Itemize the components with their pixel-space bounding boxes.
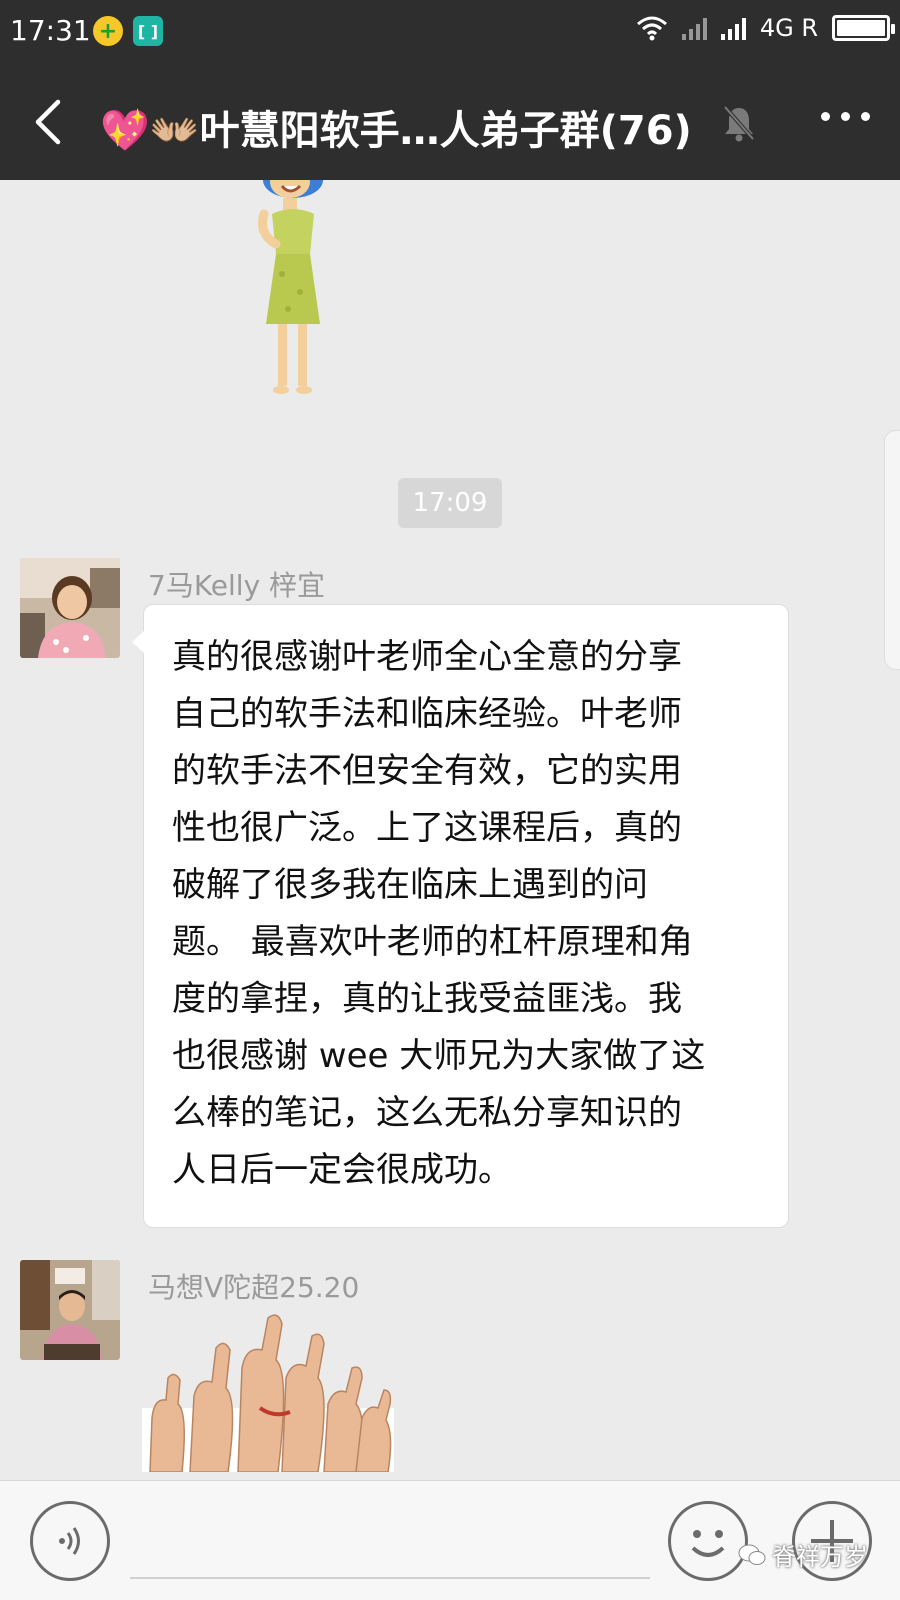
watermark-text: 脊祥万岁 (772, 1543, 868, 1571)
watermark: 脊祥万岁 (738, 1537, 868, 1572)
message-line: 也很感谢 wee 大师兄为大家做了这 (172, 1036, 706, 1076)
battery-level (837, 20, 885, 36)
avatar-kelly[interactable] (20, 558, 120, 658)
message-line: 破解了很多我在临床上遇到的问 (172, 865, 648, 905)
signal-icon-1 (681, 16, 707, 40)
message-line: 真的很感谢叶老师全心全意的分享 (172, 637, 682, 677)
side-scroll-handle[interactable] (884, 430, 900, 670)
message-line: 度的拿捏，真的让我受益匪浅。我 (172, 979, 682, 1019)
status-time: 17:31 (10, 14, 91, 47)
avatar-second-image (20, 1260, 120, 1360)
avatar-kelly-image (20, 558, 120, 658)
voice-icon[interactable] (30, 1501, 110, 1581)
scan-badge-icon: [ ] (133, 16, 163, 46)
message-line: 人日后一定会很成功。 (172, 1150, 512, 1190)
message-bubble[interactable]: 真的很感谢叶老师全心全意的分享 自己的软手法和临床经验。叶老师 的软手法不但安全… (132, 604, 789, 1228)
chat-area[interactable]: 17:09 7马Kelly 梓宜 真的很感谢叶老师全心全意的分享 自己的软手法和… (0, 180, 900, 1480)
status-indicators: 4G R (636, 14, 895, 42)
chat-header: 💖👐🏼叶慧阳软手…人弟子群(76) (0, 64, 900, 180)
message-line: 的软手法不但安全有效，它的实用 (172, 751, 682, 791)
thumbs-up-sticker[interactable] (142, 1308, 394, 1472)
add-badge-icon: + (93, 16, 123, 46)
avatar-second-sender[interactable] (20, 1260, 120, 1360)
status-bar: 17:31 + [ ] 4G R (0, 0, 900, 64)
message-input[interactable] (130, 1577, 650, 1579)
signal-icon-2 (720, 16, 746, 40)
sender-name: 7马Kelly 梓宜 (148, 569, 326, 602)
wechat-logo-icon (738, 1544, 766, 1565)
chevron-left-icon[interactable] (30, 98, 70, 146)
message-line: 题。 最喜欢叶老师的杠杆原理和角 (172, 922, 693, 962)
timestamp-chip: 17:09 (398, 478, 502, 528)
message-line: 性也很广泛。上了这课程后，真的 (172, 808, 682, 848)
emoji-icon[interactable] (668, 1501, 748, 1581)
battery-icon (832, 15, 895, 41)
input-bar: 脊祥万岁 (0, 1480, 900, 1600)
chat-title[interactable]: 💖👐🏼叶慧阳软手…人弟子群(76) (100, 98, 692, 156)
message-line: 自己的软手法和临床经验。叶老师 (172, 694, 682, 734)
network-label: 4G R (759, 14, 818, 42)
girl-sticker-image[interactable] (248, 180, 338, 404)
bell-muted-icon (723, 105, 755, 142)
wifi-icon (636, 16, 667, 41)
more-dots-icon[interactable] (821, 112, 870, 121)
sender-name: 马想V陀超25.20 (148, 1271, 360, 1304)
message-line: 么棒的笔记，这么无私分享知识的 (172, 1093, 682, 1133)
